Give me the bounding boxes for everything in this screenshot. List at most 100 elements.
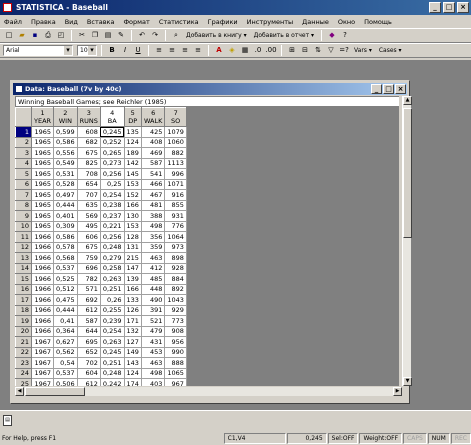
row-header[interactable]: 6 bbox=[15, 178, 32, 190]
row-header[interactable]: 24 bbox=[15, 367, 32, 379]
table-cell[interactable]: 189 bbox=[123, 147, 142, 159]
table-cell[interactable]: 0,512 bbox=[53, 283, 78, 295]
row-header[interactable]: 10 bbox=[15, 220, 32, 232]
menu-window[interactable]: Окно bbox=[338, 18, 355, 26]
sheet-minimize-button[interactable]: _ bbox=[371, 84, 382, 94]
table-cell[interactable]: 466 bbox=[140, 178, 166, 190]
table-cell[interactable]: 0,251 bbox=[99, 357, 125, 369]
table-cell[interactable]: 1113 bbox=[164, 157, 187, 169]
table-cell[interactable]: 0,256 bbox=[99, 168, 125, 180]
table-cell[interactable]: 1967 bbox=[30, 378, 55, 386]
table-cell[interactable]: 479 bbox=[140, 325, 166, 337]
maximize-button[interactable]: □ bbox=[443, 2, 455, 13]
table-cell[interactable]: 1060 bbox=[164, 136, 187, 148]
table-cell[interactable]: 0,238 bbox=[99, 199, 125, 211]
print-icon[interactable]: ⎙ bbox=[42, 30, 54, 42]
table-cell[interactable]: 127 bbox=[123, 336, 142, 348]
borders-icon[interactable]: ▦ bbox=[239, 45, 251, 57]
table-cell[interactable]: 0,444 bbox=[53, 304, 78, 316]
table-cell[interactable]: 145 bbox=[123, 168, 142, 180]
align-center-icon[interactable]: ≡ bbox=[166, 45, 178, 57]
table-cell[interactable]: 702 bbox=[76, 357, 101, 369]
paste-icon[interactable]: ▤ bbox=[102, 30, 114, 42]
column-header-dp[interactable]: 5 DP bbox=[123, 107, 142, 127]
table-cell[interactable]: 1966 bbox=[30, 283, 55, 295]
table-cell[interactable]: 215 bbox=[123, 252, 142, 264]
table-cell[interactable]: 1043 bbox=[164, 294, 187, 306]
column-header-year[interactable]: 1 YEAR bbox=[30, 107, 55, 127]
table-cell[interactable]: 425 bbox=[140, 126, 166, 138]
table-cell[interactable]: 0,242 bbox=[99, 378, 125, 386]
table-cell[interactable]: 635 bbox=[76, 199, 101, 211]
cases-menu-button[interactable]: Cases ▾ bbox=[376, 47, 405, 54]
row-header[interactable]: 15 bbox=[15, 273, 32, 285]
menu-insert[interactable]: Вставка bbox=[87, 18, 115, 26]
table-cell[interactable]: 149 bbox=[123, 346, 142, 358]
table-cell[interactable]: 1966 bbox=[30, 241, 55, 253]
fill-color-icon[interactable]: ◈ bbox=[226, 45, 238, 57]
table-cell[interactable]: 0,245 bbox=[99, 126, 125, 138]
table-cell[interactable]: 0,401 bbox=[53, 210, 78, 222]
filter-icon[interactable]: ▽ bbox=[325, 45, 337, 57]
minimize-button[interactable]: _ bbox=[429, 2, 441, 13]
table-cell[interactable]: 990 bbox=[164, 346, 187, 358]
row-header[interactable]: 23 bbox=[15, 357, 32, 369]
table-cell[interactable]: 142 bbox=[123, 157, 142, 169]
horizontal-scrollbar[interactable]: ◀ ▶ bbox=[15, 387, 402, 396]
table-cell[interactable]: 967 bbox=[164, 378, 187, 386]
row-header[interactable]: 16 bbox=[15, 283, 32, 295]
table-cell[interactable]: 0,273 bbox=[99, 157, 125, 169]
table-cell[interactable]: 135 bbox=[123, 126, 142, 138]
underline-icon[interactable]: U bbox=[132, 45, 144, 57]
table-cell[interactable]: 604 bbox=[76, 367, 101, 379]
table-cell[interactable]: 0,531 bbox=[53, 168, 78, 180]
table-cell[interactable]: 152 bbox=[123, 189, 142, 201]
row-header[interactable]: 20 bbox=[15, 325, 32, 337]
row-header[interactable]: 4 bbox=[15, 157, 32, 169]
vertical-scroll-thumb[interactable] bbox=[403, 108, 412, 238]
column-header-runs[interactable]: 3 RUNS bbox=[76, 107, 101, 127]
table-cell[interactable]: 1966 bbox=[30, 304, 55, 316]
row-header[interactable]: 14 bbox=[15, 262, 32, 274]
table-cell[interactable]: 708 bbox=[76, 168, 101, 180]
table-cell[interactable]: 431 bbox=[140, 336, 166, 348]
table-cell[interactable]: 412 bbox=[140, 262, 166, 274]
context-help-icon[interactable]: ? bbox=[339, 30, 351, 42]
table-cell[interactable]: 131 bbox=[123, 241, 142, 253]
horizontal-scroll-thumb[interactable] bbox=[25, 387, 85, 396]
table-cell[interactable]: 128 bbox=[123, 231, 142, 243]
column-header-win[interactable]: 2 WIN bbox=[53, 107, 78, 127]
table-cell[interactable]: 996 bbox=[164, 168, 187, 180]
table-cell[interactable]: 931 bbox=[164, 210, 187, 222]
table-cell[interactable]: 0,237 bbox=[99, 210, 125, 222]
table-cell[interactable]: 571 bbox=[76, 283, 101, 295]
table-cell[interactable]: 0,568 bbox=[53, 252, 78, 264]
table-cell[interactable]: 132 bbox=[123, 325, 142, 337]
table-cell[interactable]: 652 bbox=[76, 346, 101, 358]
table-cell[interactable]: 0,444 bbox=[53, 199, 78, 211]
sheet-maximize-button[interactable]: □ bbox=[383, 84, 394, 94]
find-icon[interactable]: ⌕ bbox=[170, 30, 182, 42]
table-cell[interactable]: 1966 bbox=[30, 252, 55, 264]
table-cell[interactable]: 0,248 bbox=[99, 367, 125, 379]
table-cell[interactable]: 1065 bbox=[164, 367, 187, 379]
row-header[interactable]: 22 bbox=[15, 346, 32, 358]
table-cell[interactable]: 0,25 bbox=[99, 178, 125, 190]
save-icon[interactable]: ▪ bbox=[29, 30, 41, 42]
table-cell[interactable]: 916 bbox=[164, 189, 187, 201]
table-cell[interactable]: 0,506 bbox=[53, 378, 78, 386]
table-cell[interactable]: 448 bbox=[140, 283, 166, 295]
table-cell[interactable]: 569 bbox=[76, 210, 101, 222]
table-cell[interactable]: 0,221 bbox=[99, 220, 125, 232]
table-cell[interactable]: 0,251 bbox=[99, 283, 125, 295]
table-cell[interactable]: 696 bbox=[76, 262, 101, 274]
table-cell[interactable]: 498 bbox=[140, 367, 166, 379]
table-cell[interactable]: 541 bbox=[140, 168, 166, 180]
table-cell[interactable]: 0,475 bbox=[53, 294, 78, 306]
table-cell[interactable]: 0,245 bbox=[99, 346, 125, 358]
open-folder-icon[interactable]: ▰ bbox=[16, 30, 28, 42]
font-select[interactable]: Arial bbox=[3, 45, 73, 56]
table-cell[interactable]: 143 bbox=[123, 357, 142, 369]
corner-header[interactable] bbox=[15, 107, 32, 127]
table-cell[interactable]: 0,41 bbox=[53, 315, 78, 327]
